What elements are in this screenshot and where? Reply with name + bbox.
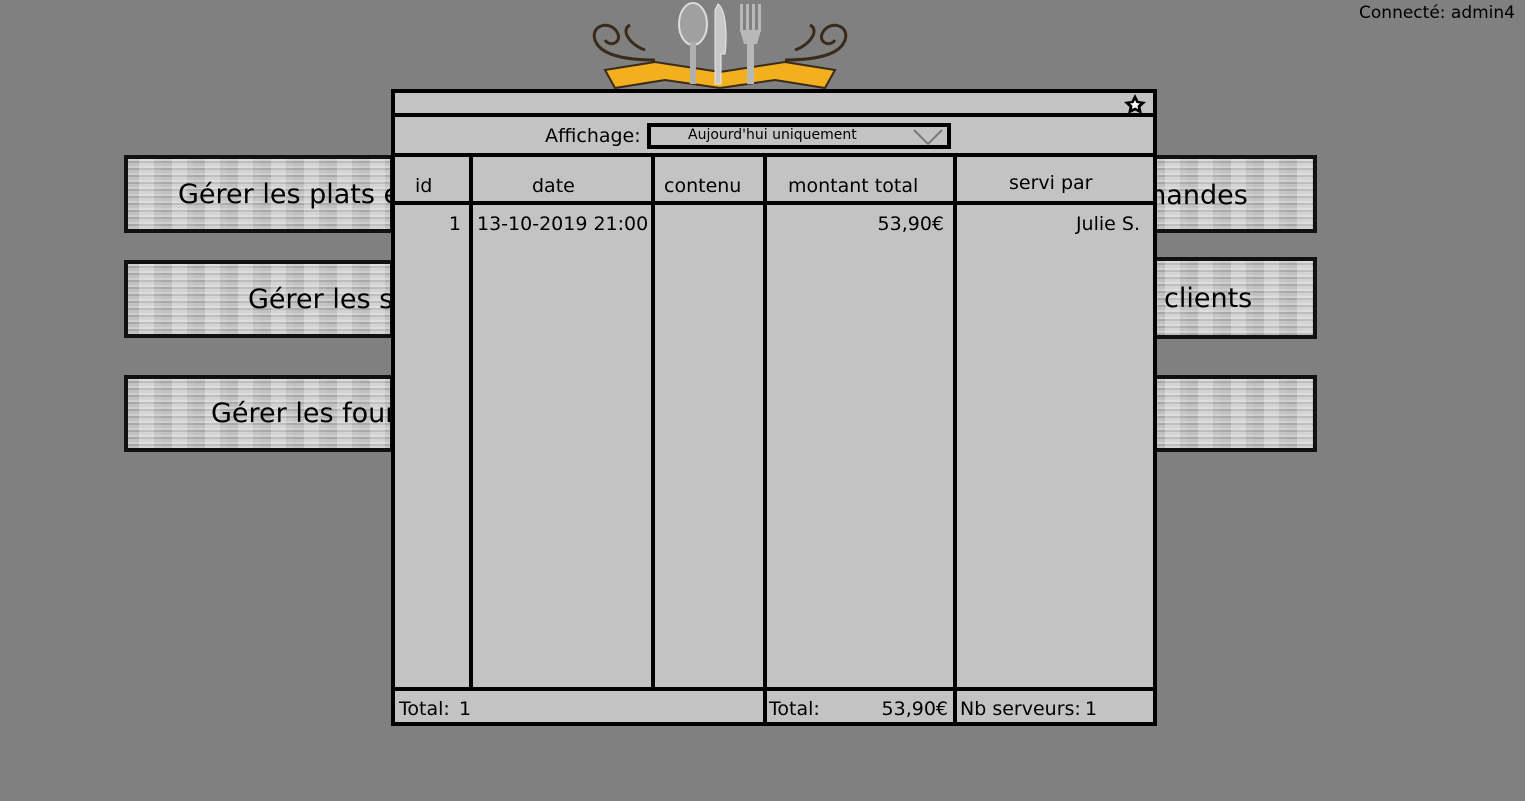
menu-button-fournisseurs[interactable]: Gérer les four xyxy=(124,375,394,452)
menu-button-serveurs[interactable]: Gérer les s xyxy=(124,260,394,338)
table-top-border xyxy=(395,153,1153,157)
cutlery-logo xyxy=(592,2,848,90)
column-header-date[interactable]: date xyxy=(532,175,575,197)
chevron-down-icon xyxy=(913,129,943,146)
footer-count-value: 1 xyxy=(459,698,472,720)
user-status: Connecté: admin4 xyxy=(1359,3,1515,23)
menu-button-label: Gérer les plats e xyxy=(178,178,394,210)
menu-button-plats[interactable]: Gérer les plats e xyxy=(124,155,394,233)
orders-dialog: Affichage: Aujourd'hui uniquement id dat… xyxy=(391,89,1157,726)
menu-button-commandes[interactable]: mandes xyxy=(1150,155,1317,233)
column-divider xyxy=(651,157,655,687)
close-icon[interactable] xyxy=(1120,93,1150,115)
cell-montant: 53,90€ xyxy=(877,213,944,235)
footer-servers-value: 1 xyxy=(1085,698,1098,720)
table-bottom-border xyxy=(395,687,1153,691)
menu-button-label: mandes xyxy=(1150,179,1248,211)
filter-selected-value: Aujourd'hui uniquement xyxy=(688,127,857,143)
footer-count-label: Total: xyxy=(399,698,450,720)
footer-amount-value: 53,90€ xyxy=(881,698,948,720)
cell-id: 1 xyxy=(448,213,461,235)
column-header-id[interactable]: id xyxy=(415,175,432,197)
menu-button-clients[interactable]: clients xyxy=(1150,257,1317,339)
column-header-serveur[interactable]: servi par xyxy=(1009,172,1092,194)
table-header-border xyxy=(395,201,1153,205)
column-header-montant[interactable]: montant total xyxy=(788,175,918,197)
display-filter-select[interactable]: Aujourd'hui uniquement xyxy=(647,123,951,149)
menu-button-label: Gérer les four xyxy=(211,398,394,429)
column-divider xyxy=(953,157,957,722)
filter-label: Affichage: xyxy=(545,125,641,147)
column-header-contenu[interactable]: contenu xyxy=(664,175,741,197)
menu-button-label: clients xyxy=(1164,282,1253,314)
menu-button-other[interactable]: s xyxy=(1150,375,1317,452)
cell-date: 13-10-2019 21:00 xyxy=(477,213,649,235)
footer-servers-label: Nb serveurs: xyxy=(960,698,1081,720)
dialog-titlebar[interactable] xyxy=(395,93,1153,117)
menu-button-label: Gérer les s xyxy=(248,283,394,315)
footer-amount-label: Total: xyxy=(769,698,820,720)
column-divider xyxy=(763,157,767,722)
cell-serveur: Julie S. xyxy=(1075,213,1140,235)
column-divider xyxy=(469,157,473,687)
